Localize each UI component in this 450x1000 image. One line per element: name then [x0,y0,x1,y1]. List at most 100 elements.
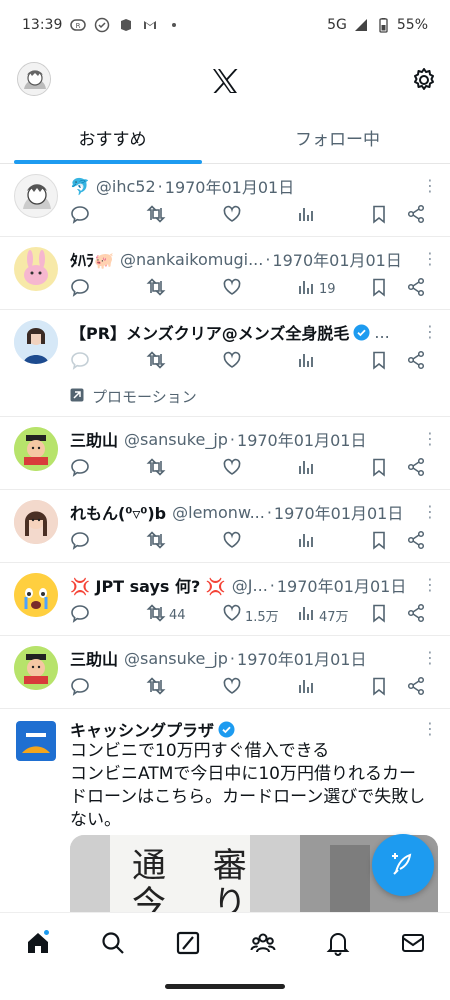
repost-button[interactable] [146,204,169,228]
user-avatar-icon[interactable] [17,62,51,96]
share-button[interactable] [406,204,426,228]
author-handle[interactable]: @sansuke_jp [124,649,228,668]
reply-button[interactable] [70,277,90,301]
reply-button[interactable] [70,350,90,374]
bookmark-button[interactable] [369,457,389,481]
promoted-arrow-icon [70,388,84,406]
gear-icon[interactable] [410,66,438,94]
tab-recommended[interactable]: おすすめ [0,112,225,164]
separator: · [229,648,236,668]
bookmark-button[interactable] [369,204,389,228]
share-button[interactable] [406,350,426,374]
avatar[interactable] [14,320,58,364]
share-icon [406,676,426,700]
tweet[interactable]: 🐬 @ihc52 · 1970年01月01日 ⋮ [0,164,450,237]
avatar[interactable] [14,247,58,291]
avatar[interactable] [14,174,58,218]
share-button[interactable] [406,603,426,627]
share-button[interactable] [406,277,426,301]
more-options-icon[interactable]: ⋮ [422,322,438,341]
more-options-icon[interactable]: ⋮ [422,719,438,738]
x-logo-icon[interactable] [210,66,240,96]
bookmark-button[interactable] [369,530,389,554]
nav-home[interactable] [0,913,75,976]
nav-notifications[interactable] [300,913,375,976]
network-label: 5G [327,17,347,33]
avatar[interactable] [14,427,58,471]
bottom-navigation [0,912,450,976]
status-time: 13:39 [22,17,63,33]
share-button[interactable] [406,676,426,700]
views-button[interactable] [296,457,319,481]
views-icon [296,676,316,700]
battery-icon [375,17,391,33]
author-handle[interactable]: @nankaikomugi... [120,250,263,269]
reply-button[interactable] [70,204,90,228]
bookmark-button[interactable] [369,277,389,301]
views-button[interactable] [296,676,319,700]
tweet[interactable]: れもん(⁰▿⁰)b @lemonw... · 1970年01月01日 ⋮ [0,490,450,563]
reply-button[interactable] [70,457,90,481]
gesture-bar[interactable] [165,984,285,989]
tweet[interactable]: 💢 JPT says 何? 💢 @J... · 1970年01月01日 ⋮ 44… [0,563,450,636]
repost-button[interactable] [146,457,169,481]
more-options-icon[interactable]: ⋮ [422,575,438,594]
views-button[interactable] [296,204,319,228]
like-button[interactable] [222,277,245,301]
reply-icon [70,277,90,301]
reply-button[interactable] [70,530,90,554]
like-button[interactable] [222,676,245,700]
views-button[interactable] [296,350,319,374]
nav-messages[interactable] [375,913,450,976]
author-handle[interactable]: ... [374,323,389,342]
bookmark-button[interactable] [369,603,389,627]
share-button[interactable] [406,457,426,481]
views-icon [296,350,316,374]
like-button[interactable] [222,204,245,228]
repost-button[interactable]: 44 [146,603,186,627]
views-button[interactable]: 19 [296,277,336,301]
like-button[interactable] [222,530,245,554]
more-options-icon[interactable]: ⋮ [422,429,438,448]
author-handle[interactable]: @J... [232,576,268,595]
repost-button[interactable] [146,530,169,554]
tab-recommended-label: おすすめ [78,130,147,150]
avatar[interactable] [14,573,58,617]
promoted-tweet[interactable]: 【PR】メンズクリア@メンズ全身脱毛 ... ⋮ プロモーション [0,310,450,417]
author-handle[interactable]: @ihc52 [96,177,156,196]
views-button[interactable]: 47万 [296,603,349,627]
bookmark-button[interactable] [369,350,389,374]
reply-button[interactable] [70,603,90,627]
author-handle[interactable]: @sansuke_jp [124,430,228,449]
repost-button[interactable] [146,277,169,301]
author-handle[interactable]: @lemonw... [172,503,265,522]
tweet[interactable]: 三助山 @sansuke_jp · 1970年01月01日 ⋮ [0,636,450,709]
avatar[interactable] [14,719,58,763]
avatar[interactable] [14,646,58,690]
nav-grok[interactable] [150,913,225,976]
bookmark-button[interactable] [369,676,389,700]
dot-icon [166,17,182,33]
compose-feather-icon [388,848,418,882]
compose-post-button[interactable] [372,834,434,896]
tweet[interactable]: 三助山 @sansuke_jp · 1970年01月01日 ⋮ [0,417,450,490]
more-options-icon[interactable]: ⋮ [422,502,438,521]
battery-percent: 55% [396,17,428,33]
nav-communities[interactable] [225,913,300,976]
tab-following[interactable]: フォロー中 [225,112,450,163]
like-button[interactable] [222,457,245,481]
nav-search[interactable] [75,913,150,976]
tweet[interactable]: ﾀﾊﾗ🐖 @nankaikomugi... · 1970年01月01日 ⋮ 19 [0,237,450,310]
more-options-icon[interactable]: ⋮ [422,176,438,195]
like-button[interactable] [222,350,245,374]
views-button[interactable] [296,530,319,554]
repost-button[interactable] [146,676,169,700]
reply-button[interactable] [70,676,90,700]
more-options-icon[interactable]: ⋮ [422,648,438,667]
more-options-icon[interactable]: ⋮ [422,249,438,268]
like-button[interactable]: 1.5万 [222,603,279,627]
like-count: 1.5万 [245,609,279,625]
avatar[interactable] [14,500,58,544]
repost-button[interactable] [146,350,169,374]
share-button[interactable] [406,530,426,554]
